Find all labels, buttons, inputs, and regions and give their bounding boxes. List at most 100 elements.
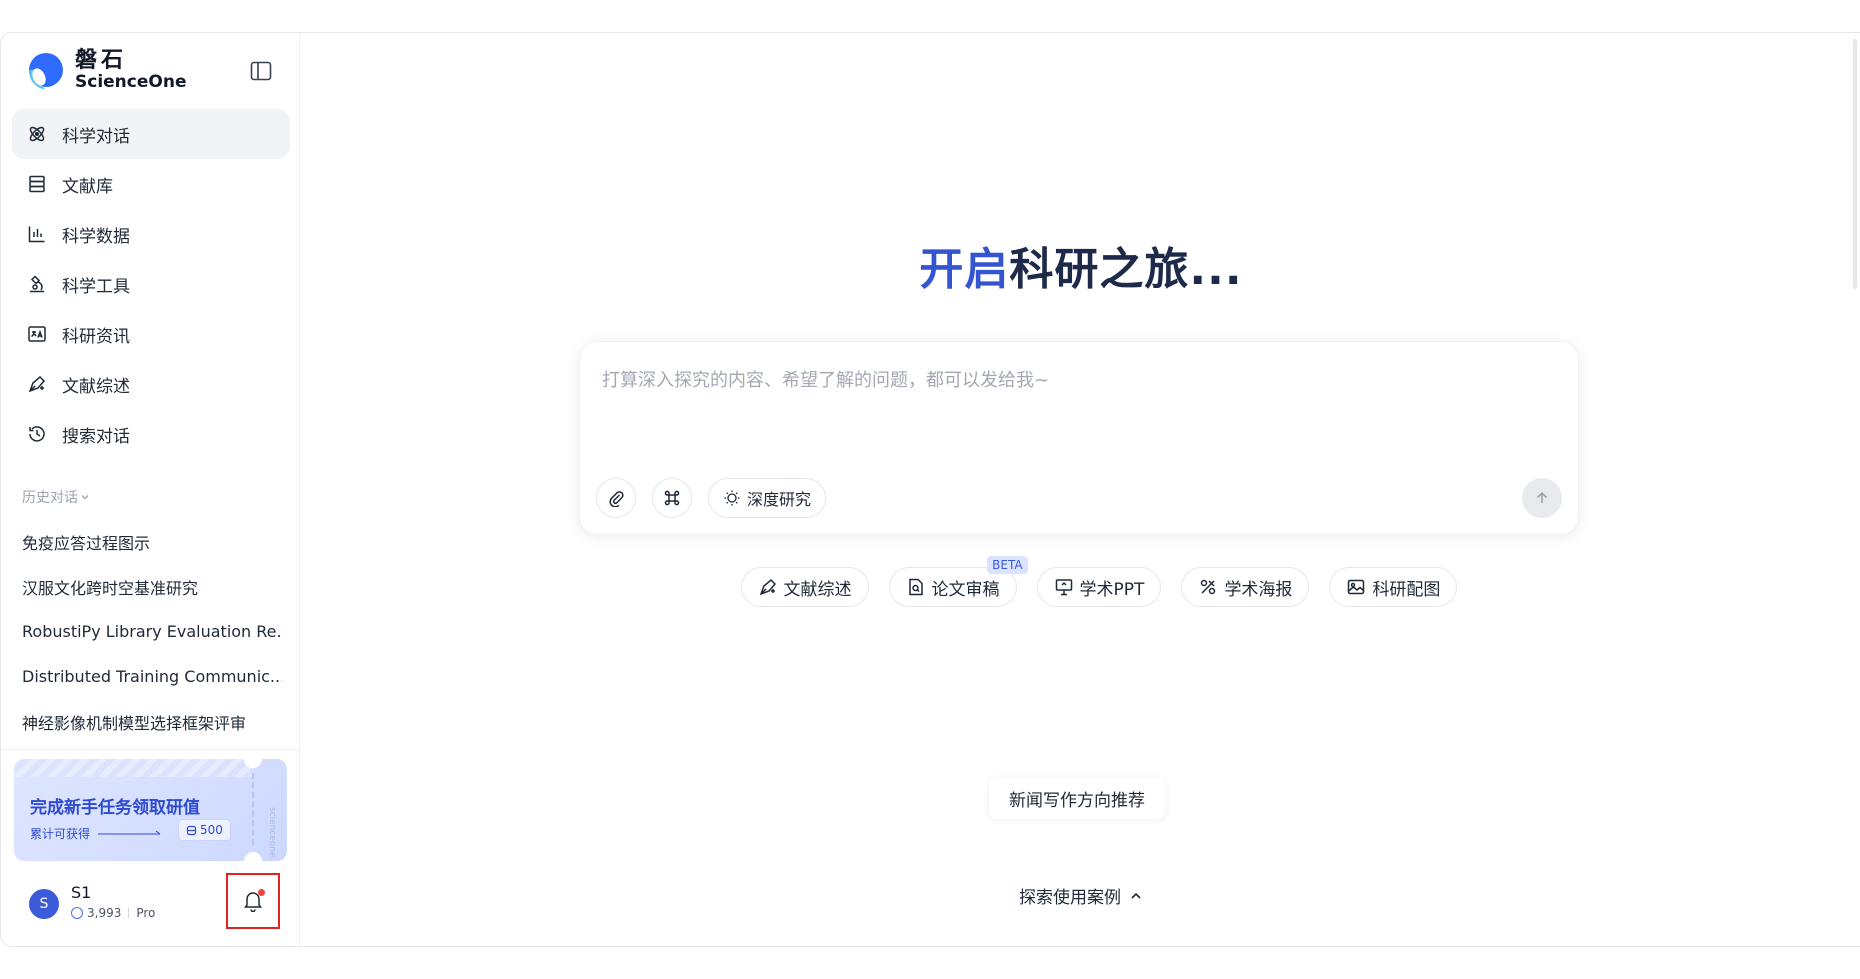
- nav-label: 文献库: [62, 176, 113, 197]
- attach-button[interactable]: [596, 478, 636, 518]
- plan-badge: Pro: [136, 906, 156, 920]
- chip-label: 文献综述: [783, 579, 852, 600]
- chip-label: 学术海报: [1224, 579, 1293, 600]
- main-nav: 科学对话 文献库 科学数据 科学工具 科研资讯 文献综述 搜索对话: [12, 109, 290, 459]
- explore-cases-label: 探索使用案例: [1019, 888, 1121, 908]
- database-icon: [26, 173, 48, 195]
- history-item[interactable]: Distributed Training Communic...: [22, 654, 282, 699]
- main-content: 开启科研之旅... 打算深入探究的内容、希望了解的问题，都可以发给我~ 深度研究…: [301, 33, 1860, 946]
- command-icon: [664, 490, 680, 506]
- promo-subtitle-text: 累计可获得: [30, 827, 91, 841]
- history-list: 免疫应答过程图示 汉服文化跨时空基准研究 RobustiPy Library E…: [22, 519, 282, 744]
- microscope-icon: [26, 273, 48, 295]
- credit-icon: [71, 907, 83, 919]
- promo-subtitle: 累计可获得: [30, 825, 162, 842]
- sidebar-panel-icon: [250, 61, 272, 81]
- coin-stack-icon: [186, 825, 197, 835]
- ticket-perforation: [252, 773, 254, 845]
- history-item[interactable]: 神经影像机制模型选择框架评审: [22, 699, 282, 744]
- translate-icon: [26, 323, 48, 345]
- beta-badge: BETA: [987, 556, 1028, 574]
- chevron-up-icon: [1131, 892, 1141, 899]
- arrow-up-icon: [1536, 491, 1548, 503]
- nav-label: 科学数据: [62, 226, 130, 247]
- send-button[interactable]: [1522, 478, 1562, 518]
- hero-title: 开启科研之旅...: [301, 233, 1860, 297]
- prompt-input[interactable]: [600, 360, 1540, 400]
- app-window: 磐石 ScienceOne 科学对话 文献库 科学数据 科学工具 科研资讯 文献…: [0, 32, 1860, 947]
- chat-input-card: 深度研究: [579, 341, 1579, 535]
- nav-label: 搜索对话: [62, 426, 130, 447]
- brand[interactable]: 磐石 ScienceOne: [25, 45, 186, 95]
- newbie-task-promo-card[interactable]: scienceone.ai 完成新手任务领取研值 累计可获得 500: [14, 759, 287, 861]
- presentation-icon: [1055, 579, 1072, 596]
- paperclip-icon: [609, 491, 624, 507]
- user-name: S1: [71, 883, 92, 902]
- sidebar-toggle-button[interactable]: [247, 57, 275, 85]
- quick-actions: 文献综述 论文审稿 BETA 学术PPT 学术海报 科研配图: [301, 556, 1860, 607]
- long-arrow-right-icon: [98, 830, 161, 834]
- nav-label: 科学工具: [62, 276, 130, 297]
- promo-reward-value: 500: [200, 823, 223, 837]
- quick-action-paper-review[interactable]: 论文审稿 BETA: [888, 556, 1028, 607]
- nav-label: 科研资讯: [62, 326, 130, 347]
- nav-item-library[interactable]: 文献库: [12, 159, 290, 209]
- quick-action-literature-review[interactable]: 文献综述: [740, 567, 869, 607]
- brand-name-en: ScienceOne: [75, 71, 187, 92]
- brand-text: 磐石 ScienceOne: [75, 47, 187, 92]
- history-item[interactable]: 汉服文化跨时空基准研究: [22, 564, 282, 609]
- atom-icon: [26, 123, 48, 145]
- nav-item-science-data[interactable]: 科学数据: [12, 209, 290, 259]
- bar-chart-icon: [26, 223, 48, 245]
- sidebar: 磐石 ScienceOne 科学对话 文献库 科学数据 科学工具 科研资讯 文献…: [1, 33, 300, 946]
- chip-label: 科研配图: [1372, 579, 1441, 600]
- pen-nib-icon: [759, 578, 776, 596]
- explore-cases-toggle[interactable]: 探索使用案例: [301, 883, 1860, 908]
- command-button[interactable]: [652, 478, 692, 518]
- pen-nib-icon: [26, 373, 48, 395]
- chip-label: 学术PPT: [1079, 579, 1145, 600]
- credit-balance: 3,993: [87, 906, 122, 920]
- hero-title-rest: 科研之旅...: [1009, 244, 1243, 295]
- history-item[interactable]: RobustiPy Library Evaluation Re...: [22, 609, 282, 654]
- notifications-button[interactable]: [226, 873, 280, 929]
- image-icon: [1348, 579, 1365, 595]
- ticket-notch: [244, 852, 262, 861]
- brand-name-cn: 磐石: [75, 47, 128, 73]
- history-item[interactable]: 免疫应答过程图示: [22, 519, 282, 564]
- poster-icon: [1201, 579, 1216, 595]
- promo-reward-badge: 500: [178, 819, 231, 841]
- nav-item-search-history[interactable]: 搜索对话: [12, 409, 290, 459]
- history-icon: [26, 423, 48, 445]
- notification-dot: [258, 889, 265, 896]
- nav-item-literature-review[interactable]: 文献综述: [12, 359, 290, 409]
- avatar: S: [29, 889, 59, 919]
- meta-divider: [128, 908, 130, 918]
- sun-bulb-icon: [724, 490, 740, 506]
- quick-action-research-figure[interactable]: 科研配图: [1329, 567, 1458, 607]
- user-profile[interactable]: S S1 3,993 Pro: [29, 883, 155, 920]
- promo-side-text: scienceone.ai: [267, 807, 277, 861]
- quick-action-academic-poster[interactable]: 学术海报: [1181, 567, 1310, 607]
- sidebar-divider: [1, 749, 300, 750]
- suggestion-chip[interactable]: 新闻写作方向推荐: [989, 777, 1165, 819]
- deep-research-label: 深度研究: [747, 490, 812, 509]
- hero-title-accent: 开启: [919, 244, 1010, 295]
- chevron-down-icon: [81, 495, 89, 500]
- nav-item-research-news[interactable]: 科研资讯: [12, 309, 290, 359]
- nav-label: 文献综述: [62, 376, 130, 397]
- scienceone-logo: [29, 53, 63, 89]
- promo-stripe: [14, 759, 254, 777]
- promo-title: 完成新手任务领取研值: [30, 798, 200, 818]
- user-meta: 3,993 Pro: [71, 906, 155, 920]
- chip-label: 论文审稿: [931, 579, 1000, 600]
- user-info: S1 3,993 Pro: [71, 883, 155, 920]
- history-section-toggle[interactable]: 历史对话: [22, 487, 90, 507]
- quick-action-academic-ppt[interactable]: 学术PPT: [1036, 567, 1162, 607]
- doc-search-icon: [908, 578, 923, 596]
- nav-item-science-chat[interactable]: 科学对话: [12, 109, 290, 159]
- nav-item-science-tools[interactable]: 科学工具: [12, 259, 290, 309]
- nav-label: 科学对话: [62, 126, 130, 147]
- history-section-label: 历史对话: [22, 490, 78, 506]
- deep-research-toggle[interactable]: 深度研究: [708, 478, 827, 518]
